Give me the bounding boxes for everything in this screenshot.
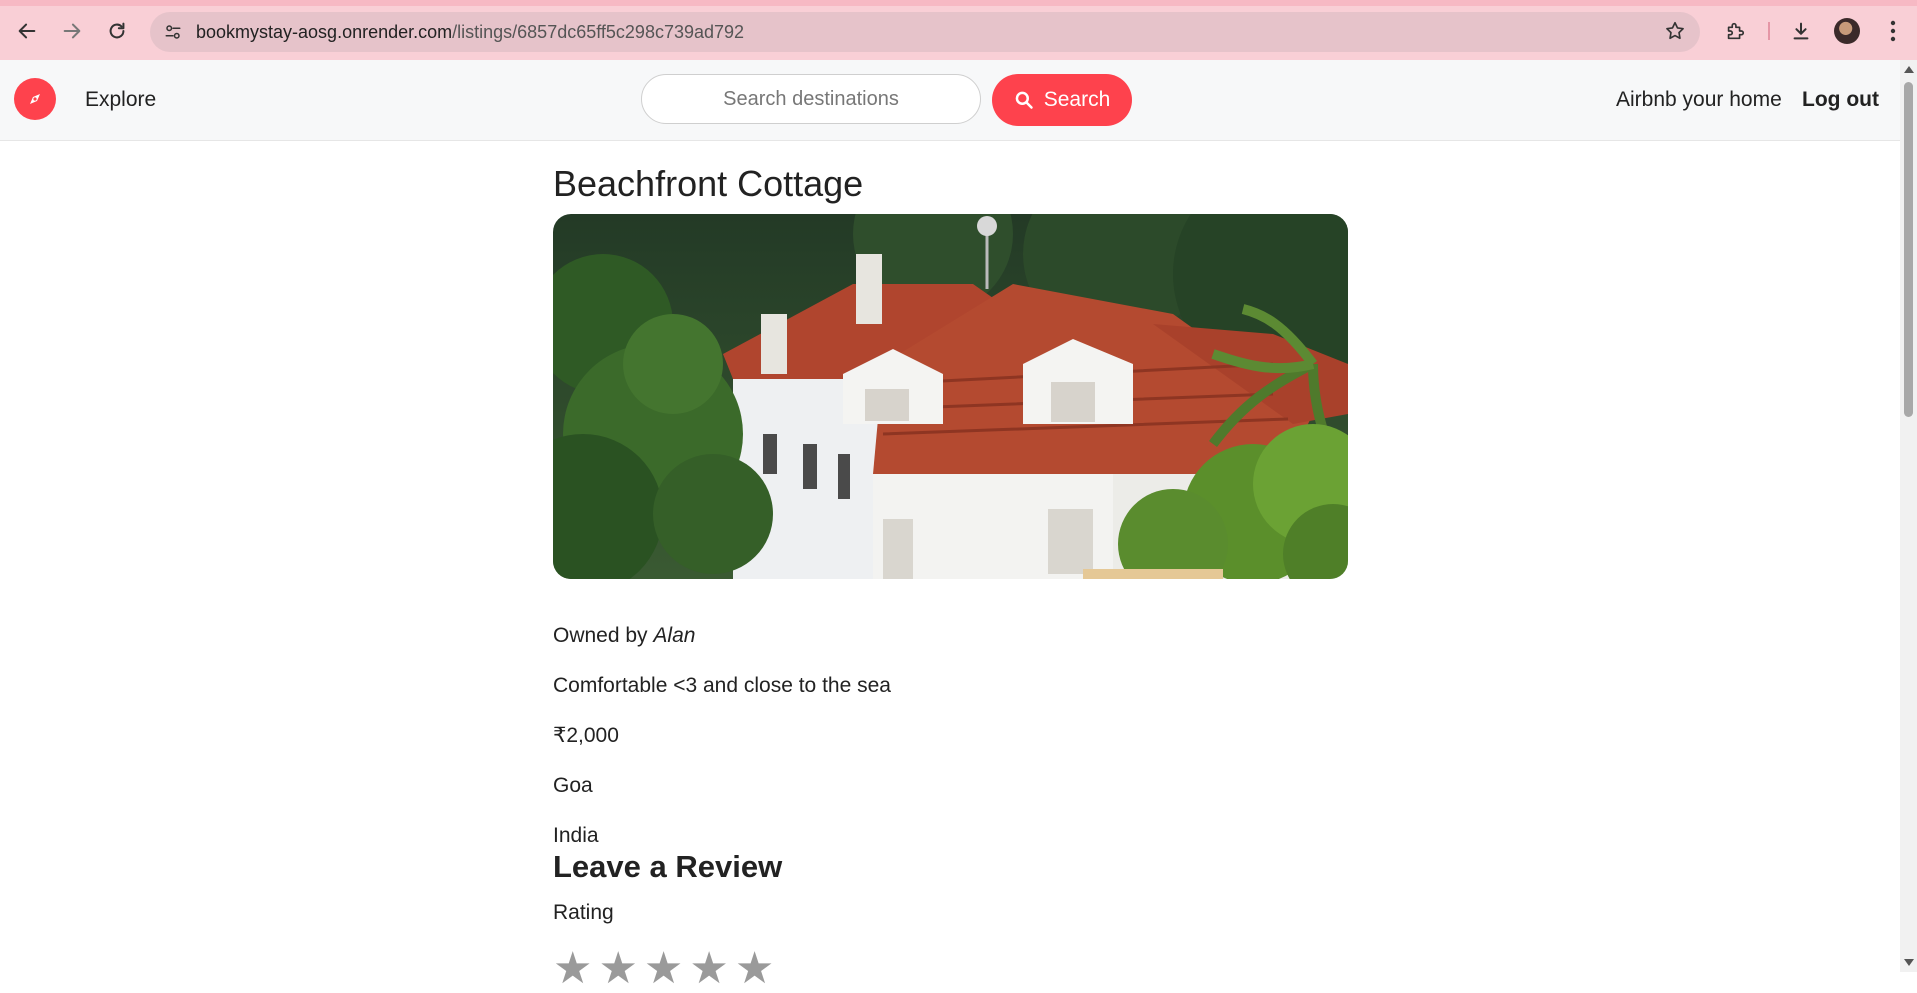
address-bar[interactable]: bookmystay-aosg.onrender.com/listings/68… [150, 12, 1700, 52]
url-path: /listings/6857dc65ff5c298c739ad792 [452, 21, 745, 42]
owner-prefix: Owned by [553, 624, 654, 647]
star-4-icon[interactable]: ★ [689, 947, 728, 991]
url-host: bookmystay-aosg.onrender.com [196, 21, 453, 42]
star-5-icon[interactable]: ★ [735, 947, 774, 991]
star-1-icon[interactable]: ★ [553, 947, 592, 991]
listing-title: Beachfront Cottage [553, 163, 864, 204]
reload-icon[interactable] [102, 16, 132, 46]
compass-logo-icon[interactable] [14, 78, 56, 120]
owner-line: Owned by Alan [553, 623, 1353, 649]
tab-strip [0, 0, 1917, 6]
bookmark-star-icon[interactable] [1664, 20, 1686, 48]
search-button-label: Search [1043, 88, 1111, 111]
review-heading: Leave a Review [553, 849, 783, 884]
airbnb-your-home-link[interactable]: Airbnb your home [1616, 88, 1782, 112]
download-icon[interactable] [1786, 16, 1816, 46]
listing-photo [553, 214, 1348, 579]
star-2-icon[interactable]: ★ [598, 947, 637, 991]
forward-icon[interactable] [57, 16, 87, 46]
site-settings-icon[interactable] [162, 21, 184, 43]
toolbar-divider [1768, 22, 1770, 40]
search-button[interactable]: Search [992, 74, 1132, 126]
url-text: bookmystay-aosg.onrender.com/listings/68… [196, 22, 744, 43]
listing-price: ₹2,000 [553, 724, 619, 747]
owner-name: Alan [653, 624, 696, 647]
page-scrollbar[interactable] [1900, 60, 1917, 972]
scroll-down-arrow-icon[interactable] [1904, 959, 1914, 966]
listing-country: India [553, 824, 599, 847]
rating-label: Rating [553, 901, 614, 924]
listing-location: Goa [553, 774, 593, 797]
extensions-icon[interactable] [1720, 16, 1750, 46]
listing-description: Comfortable <3 and close to the sea [553, 674, 891, 697]
scrollbar-thumb[interactable] [1904, 82, 1913, 417]
scroll-up-arrow-icon[interactable] [1904, 66, 1914, 73]
listing-content: Beachfront Cottage Owned by Alan Comfort… [553, 140, 1353, 991]
back-icon[interactable] [12, 16, 42, 46]
profile-avatar[interactable] [1834, 18, 1860, 44]
menu-kebab-icon[interactable] [1878, 16, 1908, 46]
search-icon [1015, 91, 1033, 109]
explore-link[interactable]: Explore [85, 88, 156, 112]
browser-toolbar: bookmystay-aosg.onrender.com/listings/68… [0, 0, 1917, 60]
listing-info: Owned by Alan Comfortable <3 and close t… [553, 623, 1353, 849]
logout-link[interactable]: Log out [1802, 88, 1879, 112]
star-3-icon[interactable]: ★ [644, 947, 683, 991]
star-rating[interactable]: ★ ★ ★ ★ ★ [553, 947, 1353, 991]
site-navbar: Explore Search Airbnb your home Log out [0, 60, 1900, 141]
search-input[interactable] [641, 74, 981, 124]
